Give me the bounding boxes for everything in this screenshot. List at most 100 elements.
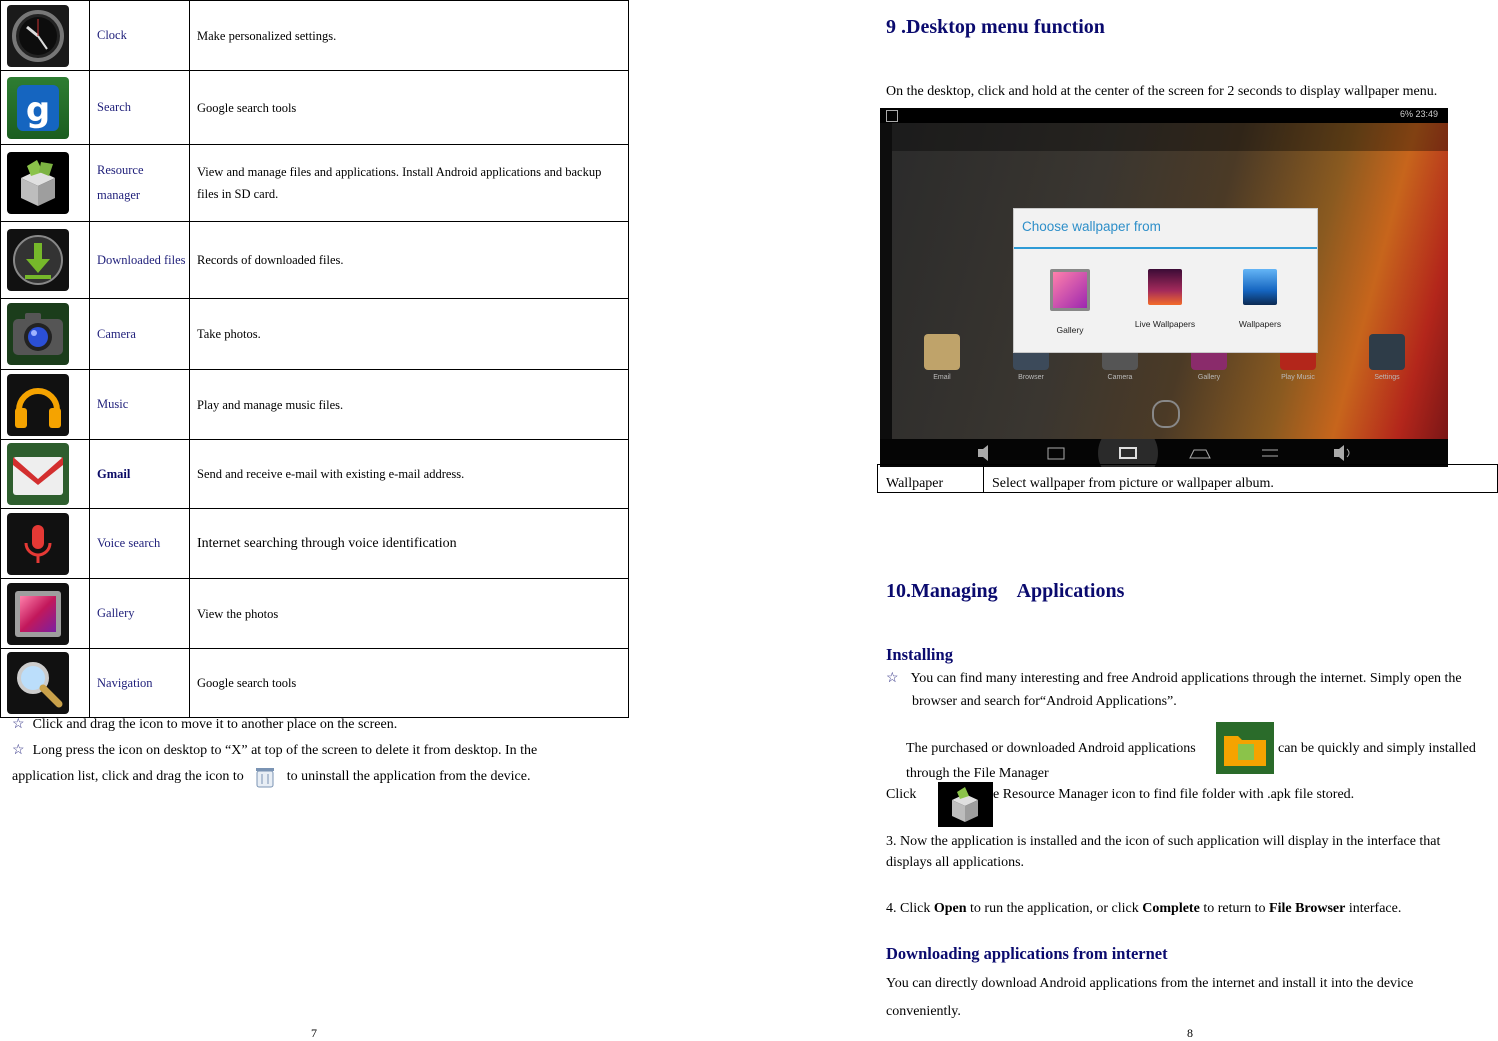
wallpaper-table: Wallpaper Select wallpaper from picture … (877, 464, 1498, 493)
wallpaper-menu-screenshot: 6% 23:49 Email Browser Camera Gallery Pl… (880, 108, 1448, 467)
app-name: Gallery (89, 578, 190, 649)
table-row: Camera Take photos. (0, 298, 629, 370)
recent-apps-icon (1098, 423, 1158, 467)
status-bar: 6% 23:49 (880, 108, 1448, 123)
note-line: ☆ Long press the icon on desktop to “X” a… (12, 740, 622, 762)
dock-label: Browser (1018, 374, 1044, 381)
dock-label: Play Music (1281, 374, 1315, 381)
paragraph-text: Click (886, 787, 917, 802)
paragraph-text: can be quickly and simply installed (1278, 741, 1476, 756)
settings-icon (1369, 334, 1405, 370)
complete-keyword: Complete (1142, 901, 1200, 916)
app-name: Downloaded files (89, 221, 190, 299)
note-text: Click and drag the icon to move it to an… (32, 717, 398, 732)
paragraph-text: displays all applications. (886, 855, 1025, 870)
note-line: ☆ Click and drag the icon to move it to a… (12, 716, 622, 734)
back-icon (1262, 449, 1278, 457)
table-row: Resource manager View and manage files a… (0, 144, 629, 222)
paragraph-text: You can find many interesting and free A… (910, 671, 1462, 686)
paragraph-text: to return to (1199, 901, 1270, 916)
app-name: Navigation (89, 648, 190, 718)
paragraph-text: The purchased or downloaded Android appl… (906, 741, 1196, 756)
live-wallpapers-icon (1148, 269, 1182, 305)
app-description: View the photos (189, 578, 629, 649)
app-description: Records of downloaded files. (189, 221, 629, 299)
star-icon: ☆ (12, 743, 25, 758)
app-name: Clock (89, 0, 190, 71)
resource-manager-icon (7, 152, 69, 214)
app-description: Google search tools (189, 70, 629, 145)
usage-notes: ☆ Click and drag the icon to move it to a… (12, 716, 622, 792)
dock-label: Email (933, 374, 951, 381)
svg-text:g: g (26, 90, 50, 130)
section-title: 10.Managing Applications (886, 580, 1125, 602)
app-name: Voice search (89, 508, 190, 579)
app-description: Send and receive e-mail with existing e-… (189, 439, 629, 509)
resource-manager-icon (938, 782, 993, 827)
paragraph-text: browser and search for“Android Applicati… (912, 694, 1177, 709)
note-text: application list, click and drag the ico… (12, 769, 244, 784)
app-description: Take photos. (189, 298, 629, 370)
dialog-divider (1014, 247, 1317, 249)
download-icon (7, 229, 69, 291)
app-name: Gmail (89, 439, 190, 509)
app-name: Camera (89, 298, 190, 370)
paragraph-text: conveniently. (886, 1004, 961, 1019)
app-name: Music (89, 369, 190, 440)
note-line: application list, click and drag the ico… (12, 762, 622, 792)
wallpaper-label: Wallpaper (877, 464, 984, 493)
navigation-bar (880, 423, 1448, 467)
image-notification-icon (886, 110, 898, 122)
paragraph-text: interface. (1345, 901, 1402, 916)
option-label: Live Wallpapers (1134, 319, 1196, 329)
gmail-icon (7, 443, 69, 505)
magnifier-icon (7, 652, 69, 714)
trash-icon (253, 765, 277, 789)
app-drawer-icon (1152, 400, 1180, 428)
gallery-icon (1050, 269, 1090, 311)
app-name: Resource manager (89, 144, 190, 222)
dialog-title: Choose wallpaper from (1022, 219, 1161, 234)
table-row: Clock Make personalized settings. (0, 0, 629, 71)
paragraph-text: e Resource Manager icon to find file fol… (993, 787, 1355, 802)
google-search-icon: g (7, 76, 69, 139)
paragraph-text: 4. Click (886, 901, 934, 916)
app-name: Search (89, 70, 190, 145)
note-text: to uninstall the application from the de… (286, 769, 531, 784)
option-label: Gallery (1056, 325, 1084, 335)
star-icon: ☆ (886, 671, 899, 686)
table-row: Voice search Internet searching through … (0, 508, 629, 579)
table-row: Gallery View the photos (0, 578, 629, 649)
app-description: Internet searching through voice identif… (189, 508, 629, 579)
dock-label: Settings (1374, 374, 1400, 381)
app-description: Play and manage music files. (189, 369, 629, 440)
screenshot-icon (1047, 447, 1065, 460)
home-icon (1189, 449, 1211, 459)
subsection-title: Downloading applications from internet (886, 944, 1168, 963)
paragraph-text: to run the application, or click (966, 901, 1143, 916)
status-time: 6% 23:49 (1399, 109, 1438, 119)
wallpapers-option: Wallpapers (1215, 269, 1305, 329)
headphones-icon (7, 373, 69, 436)
app-description: Google search tools (189, 648, 629, 718)
step4-line: 4. Click Open to run the application, or… (886, 897, 1401, 920)
table-row: Downloaded files Records of downloaded f… (0, 221, 629, 299)
choose-wallpaper-dialog: Choose wallpaper from Gallery Live Wallp… (1013, 208, 1318, 353)
table-row: g Search Google search tools (0, 70, 629, 145)
wallpapers-icon (1243, 269, 1277, 305)
subsection-title: Installing (886, 645, 953, 664)
live-wallpapers-option: Live Wallpapers (1120, 269, 1210, 329)
table-row: Gmail Send and receive e-mail with exist… (0, 439, 629, 509)
section-text: On the desktop, click and hold at the ce… (886, 84, 1438, 99)
volume-down-icon (978, 445, 988, 461)
install-bullet: ☆ You can find many interesting and free … (886, 667, 1498, 690)
paragraph-text: 3. Now the application is installed and … (886, 834, 1441, 849)
wallpaper-description: Select wallpaper from picture or wallpap… (983, 464, 1498, 493)
file-manager-icon (1216, 722, 1274, 774)
app-description: View and manage files and applications. … (189, 144, 629, 222)
camera-icon (7, 303, 69, 365)
table-row: Wallpaper Select wallpaper from picture … (877, 464, 1498, 493)
dock-label: Camera (1107, 374, 1133, 381)
star-icon: ☆ (12, 717, 25, 732)
table-row: Navigation Google search tools (0, 648, 629, 718)
